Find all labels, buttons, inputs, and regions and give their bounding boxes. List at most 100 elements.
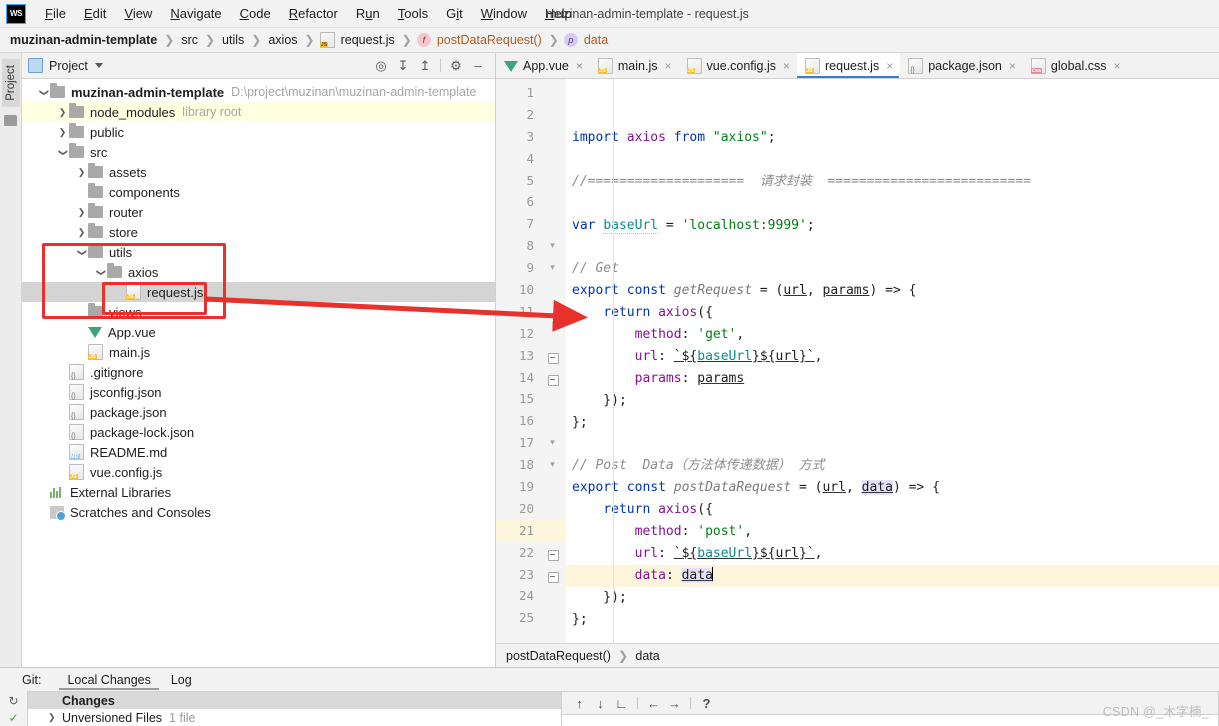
fold-marker[interactable]: ▾ <box>540 454 566 476</box>
menu-edit[interactable]: Edit <box>75 3 115 24</box>
fold-expand-icon[interactable]: ▾ <box>547 437 558 448</box>
tree-item-external-libraries[interactable]: External Libraries <box>22 482 495 502</box>
tree-item-gitignore[interactable]: .gitignore <box>22 362 495 382</box>
code-line[interactable]: return axios({ <box>566 302 1219 324</box>
breadcrumb-item-param[interactable]: p data <box>563 33 610 47</box>
code-line[interactable]: var baseUrl = 'localhost:9999'; <box>566 215 1219 237</box>
fold-marker[interactable] <box>540 607 566 629</box>
editor-tab-app-vue[interactable]: App.vue × <box>496 53 590 78</box>
editor-tab-vue-config-js[interactable]: JS vue.config.js × <box>679 53 798 78</box>
tree-item-package-json[interactable]: package.json <box>22 402 495 422</box>
tab-local-changes[interactable]: Local Changes <box>57 670 160 690</box>
tree-item-muzinan-admin-template[interactable]: muzinan-admin-template D:\project\muzinan… <box>22 82 495 102</box>
chevron-right-icon[interactable] <box>56 102 69 122</box>
fold-marker[interactable]: ▾ <box>540 257 566 279</box>
chevron-down-icon[interactable] <box>94 262 107 282</box>
close-icon[interactable]: × <box>783 60 790 72</box>
close-icon[interactable]: × <box>886 60 893 72</box>
chevron-right-icon[interactable] <box>56 122 69 142</box>
tree-item-utils[interactable]: utils <box>22 242 495 262</box>
tree-item-jsconfig-json[interactable]: jsconfig.json <box>22 382 495 402</box>
tree-item-main-js[interactable]: JS main.js <box>22 342 495 362</box>
tree-item-axios[interactable]: axios <box>22 262 495 282</box>
chevron-down-icon[interactable] <box>37 82 50 102</box>
tree-item-components[interactable]: components <box>22 182 495 202</box>
fold-marker[interactable] <box>540 476 566 498</box>
code-line[interactable]: }); <box>566 390 1219 412</box>
fold-marker[interactable] <box>540 104 566 126</box>
tree-item-package-lock-json[interactable]: package-lock.json <box>22 422 495 442</box>
close-icon[interactable]: × <box>576 60 583 72</box>
code-line[interactable]: return axios({ <box>566 499 1219 521</box>
code-line[interactable]: }); <box>566 587 1219 609</box>
code-line[interactable] <box>566 236 1219 258</box>
fold-marker[interactable] <box>540 82 566 104</box>
editor-tab-main-js[interactable]: JS main.js × <box>590 53 679 78</box>
breadcrumb-item-request-js[interactable]: request.js <box>319 32 397 48</box>
expand-all-icon[interactable]: ↧ <box>393 57 413 75</box>
code-line[interactable]: // Get <box>566 258 1219 280</box>
fold-marker[interactable] <box>540 170 566 192</box>
fold-marker[interactable] <box>540 148 566 170</box>
code-line[interactable]: //==================== 请求封装 ============… <box>566 171 1219 193</box>
fold-marker[interactable] <box>540 323 566 345</box>
fold-marker[interactable] <box>540 388 566 410</box>
code-line[interactable]: url: `${baseUrl}${url}`, <box>566 346 1219 368</box>
menu-file[interactable]: File <box>36 3 75 24</box>
fold-marker[interactable] <box>540 126 566 148</box>
menu-view[interactable]: View <box>115 3 161 24</box>
breadcrumb-item-utils[interactable]: utils <box>220 33 246 47</box>
code-line[interactable]: }; <box>566 609 1219 631</box>
refresh-icon[interactable]: ↻ <box>8 695 18 708</box>
check-icon[interactable]: ✓ <box>8 712 18 725</box>
close-icon[interactable]: × <box>1009 60 1016 72</box>
fold-marker[interactable] <box>540 564 566 586</box>
code-line[interactable]: // Post Data（方法体传递数据） 方式 <box>566 455 1219 477</box>
chevron-down-icon[interactable] <box>75 242 88 262</box>
code-line[interactable] <box>566 630 1219 643</box>
diff-icon[interactable]: ∟ <box>612 695 631 712</box>
menu-git[interactable]: Git <box>437 3 472 24</box>
breadcrumb-item-axios[interactable]: axios <box>266 33 299 47</box>
fold-marker[interactable]: ▾ <box>540 235 566 257</box>
tree-item-scratches-and-consoles[interactable]: Scratches and Consoles <box>22 502 495 522</box>
status-breadcrumb-function[interactable]: postDataRequest() <box>506 649 611 663</box>
menu-window[interactable]: Window <box>472 3 536 24</box>
code-line[interactable] <box>566 193 1219 215</box>
arrow-down-icon[interactable]: ↓ <box>591 695 610 712</box>
menu-navigate[interactable]: Navigate <box>161 3 230 24</box>
code-line[interactable] <box>566 149 1219 171</box>
editor-tab-request-js[interactable]: JS request.js × <box>797 53 901 78</box>
folder-icon[interactable] <box>4 114 17 126</box>
tree-item-public[interactable]: public <box>22 122 495 142</box>
menu-code[interactable]: Code <box>231 3 280 24</box>
editor-tab-package-json[interactable]: package.json × <box>900 53 1023 78</box>
list-item[interactable]: ❯ Unversioned Files 1 file <box>28 709 561 726</box>
fold-marker[interactable] <box>540 498 566 520</box>
status-breadcrumb-param[interactable]: data <box>635 649 659 663</box>
tree-item-assets[interactable]: assets <box>22 162 495 182</box>
chevron-right-icon[interactable] <box>75 162 88 182</box>
sidebar-tab-project[interactable]: Project <box>1 59 20 107</box>
fold-marker[interactable] <box>540 191 566 213</box>
code-line[interactable]: data: data <box>566 564 1219 587</box>
intention-bulb-icon[interactable] <box>546 524 559 538</box>
fold-marker[interactable]: ▾ <box>540 432 566 454</box>
settings-gear-icon[interactable]: ⚙ <box>446 57 466 75</box>
chevron-right-icon[interactable]: ❯ <box>48 712 62 723</box>
hide-panel-icon[interactable]: – <box>468 57 488 75</box>
code-line[interactable] <box>566 433 1219 455</box>
fold-marker[interactable] <box>540 213 566 235</box>
fold-marker[interactable] <box>540 410 566 432</box>
close-icon[interactable]: × <box>1114 60 1121 72</box>
tree-item-src[interactable]: src <box>22 142 495 162</box>
fold-marker[interactable] <box>540 345 566 367</box>
chevron-down-icon[interactable] <box>94 63 103 68</box>
close-icon[interactable]: × <box>664 60 671 72</box>
fold-marker[interactable] <box>540 367 566 389</box>
fold-marker[interactable] <box>540 519 566 542</box>
help-icon[interactable]: ? <box>697 695 716 712</box>
breadcrumb-item-function[interactable]: f postDataRequest() <box>416 33 544 47</box>
chevron-right-icon[interactable] <box>75 222 88 242</box>
tree-item-request-js[interactable]: JS request.js <box>22 282 495 302</box>
